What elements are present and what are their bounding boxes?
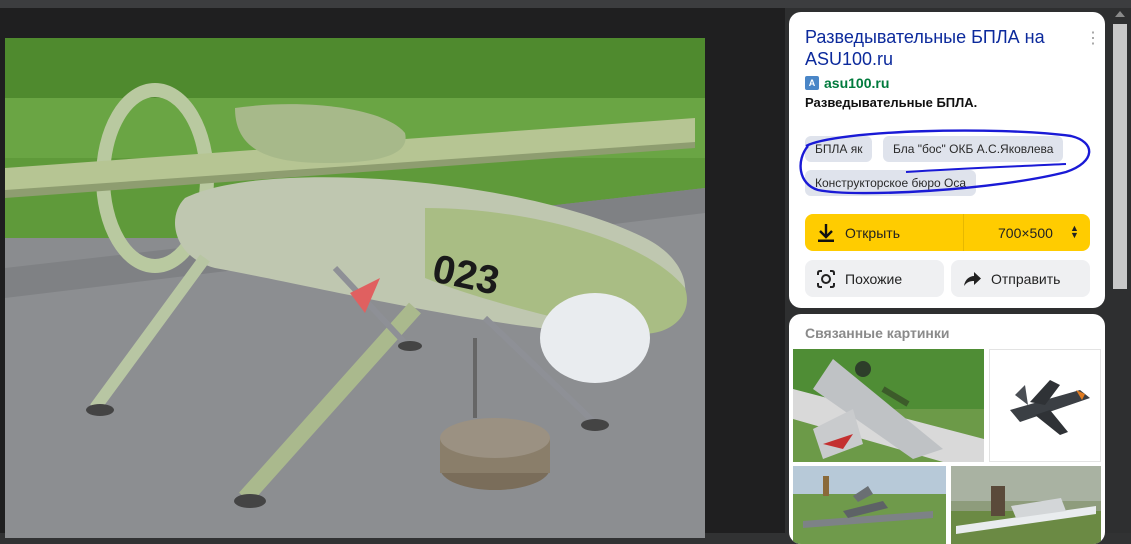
tag-bpla-yak[interactable]: БПЛА як <box>805 136 873 162</box>
related-images-card: Связанные картинки <box>789 314 1105 544</box>
share-button[interactable]: Отправить <box>951 260 1090 297</box>
image-viewer: 023 <box>0 8 785 538</box>
size-select[interactable]: 700×500 ▲ ▼ <box>964 214 1090 251</box>
open-button[interactable]: Открыть <box>805 214 963 251</box>
open-label: Открыть <box>845 224 900 241</box>
download-icon <box>818 223 834 242</box>
updown-arrows-icon: ▲ ▼ <box>1070 223 1079 240</box>
main-image[interactable]: 023 <box>5 38 705 538</box>
scroll-up-arrow-icon[interactable] <box>1115 11 1125 17</box>
open-button-group: Открыть 700×500 ▲ ▼ <box>805 214 1090 251</box>
top-strip <box>0 0 1131 8</box>
similar-label: Похожие <box>845 270 903 287</box>
site-favicon-icon: A <box>805 76 819 90</box>
scrollbar-thumb[interactable] <box>1113 24 1127 289</box>
tag-osa-bureau[interactable]: Конструкторское бюро Оса <box>805 170 977 196</box>
related-image-1[interactable] <box>793 349 984 462</box>
size-label: 700×500 <box>998 224 1053 241</box>
sidebar: Разведывательные БПЛА на ASU100.ru ⋮ A a… <box>785 8 1131 544</box>
share-arrow-icon <box>964 271 981 286</box>
image-subtitle: Разведывательные БПЛА. <box>805 95 978 110</box>
lens-icon <box>817 269 835 288</box>
similar-button[interactable]: Похожие <box>805 260 944 297</box>
related-image-3[interactable] <box>793 466 946 544</box>
related-image-2[interactable] <box>989 349 1101 462</box>
kebab-icon[interactable]: ⋮ <box>1083 30 1103 50</box>
tag-bla-bos[interactable]: Бла "бос" ОКБ А.С.Яковлева <box>883 136 1064 162</box>
site-link[interactable]: A asu100.ru <box>805 74 889 92</box>
info-card: Разведывательные БПЛА на ASU100.ru ⋮ A a… <box>789 12 1105 308</box>
related-images-title: Связанные картинки <box>805 325 950 341</box>
related-image-4[interactable] <box>951 466 1101 544</box>
share-label: Отправить <box>991 270 1061 287</box>
site-name[interactable]: asu100.ru <box>824 75 889 91</box>
scrollbar[interactable] <box>1109 8 1131 533</box>
page-title[interactable]: Разведывательные БПЛА на ASU100.ru <box>805 26 1075 70</box>
